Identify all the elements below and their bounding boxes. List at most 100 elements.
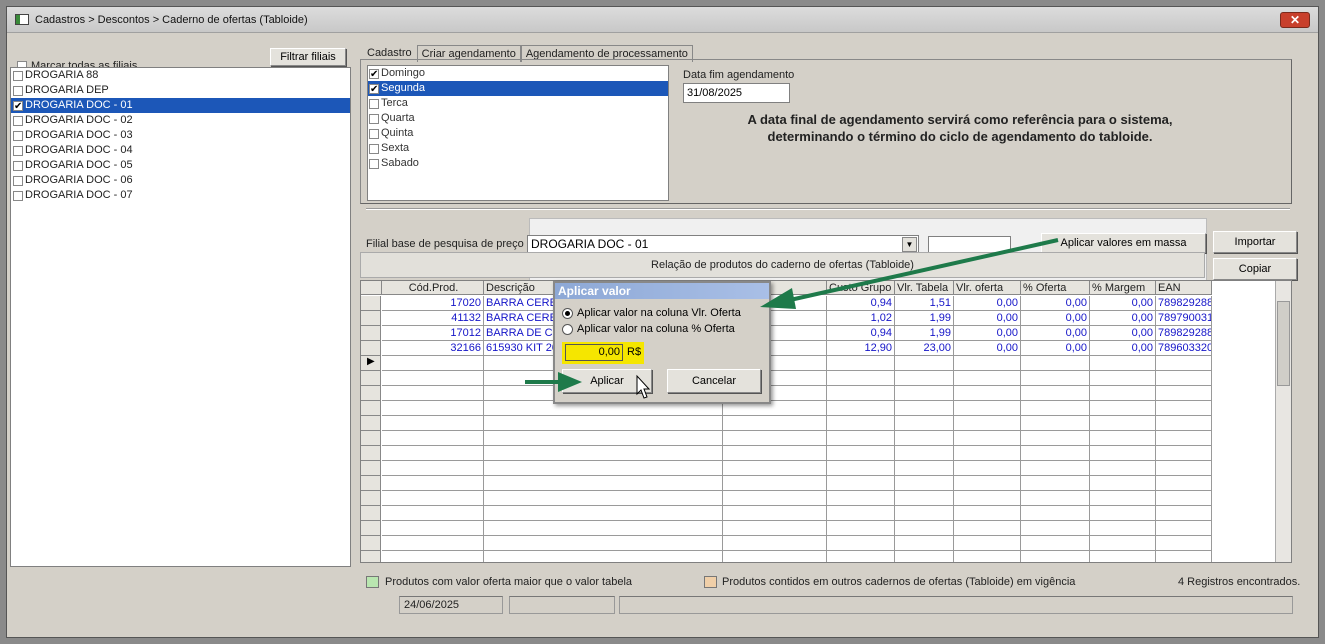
row-header[interactable] [361,311,381,326]
grid-cell[interactable]: 17020 [382,296,484,311]
chevron-down-icon[interactable]: ▼ [902,237,917,252]
grid-cell[interactable] [895,536,954,551]
grid-cell[interactable]: 7898292886227 [1156,326,1212,341]
grid-cell[interactable] [382,476,484,491]
checkbox-icon[interactable] [13,70,23,81]
grid-cell[interactable]: 0,94 [827,326,895,341]
branch-item[interactable]: DROGARIA 88 [11,68,350,83]
grid-cell[interactable] [954,386,1021,401]
grid-cell[interactable] [1156,446,1212,461]
grid-cell[interactable] [484,551,723,562]
grid-cell[interactable]: 7896033203340 [1156,341,1212,356]
grid-cell[interactable] [1090,401,1156,416]
option-vlr-oferta[interactable]: Aplicar valor na coluna Vlr. Oferta [562,307,741,319]
column-header[interactable]: Cód.Prod. [382,281,484,295]
grid-cell[interactable] [1090,521,1156,536]
bulk-apply-button[interactable]: Aplicar valores em massa [1041,233,1206,253]
scrollbar-thumb[interactable] [1277,301,1290,386]
grid-cell[interactable] [954,491,1021,506]
branch-item[interactable]: DROGARIA DOC - 05 [11,158,350,173]
grid-cell[interactable] [1156,536,1212,551]
branch-item[interactable]: DROGARIA DEP [11,83,350,98]
grid-cell[interactable] [827,431,895,446]
grid-cell[interactable]: 0,00 [1090,296,1156,311]
grid-cell[interactable] [1090,551,1156,562]
grid-cell[interactable] [723,431,827,446]
checkbox-icon[interactable] [369,67,379,82]
close-button[interactable]: ✕ [1280,12,1310,28]
grid-cell[interactable] [954,506,1021,521]
grid-cell[interactable] [827,521,895,536]
grid-cell[interactable] [484,431,723,446]
grid-cell[interactable]: 0,00 [954,326,1021,341]
checkbox-icon[interactable] [13,130,23,141]
grid-cell[interactable] [723,416,827,431]
row-header[interactable] [361,401,381,416]
grid-cell[interactable] [1090,491,1156,506]
grid-cell[interactable] [895,551,954,562]
grid-cell[interactable] [1156,521,1212,536]
grid-cell[interactable] [382,491,484,506]
checkbox-icon[interactable] [13,160,23,171]
grid-cell[interactable] [1021,446,1090,461]
grid-cell[interactable] [895,461,954,476]
grid-cell[interactable]: 1,51 [895,296,954,311]
row-header[interactable] [361,431,381,446]
grid-cell[interactable] [1021,521,1090,536]
grid-cell[interactable] [1090,416,1156,431]
grid-cell[interactable] [1021,431,1090,446]
grid-cell[interactable] [895,371,954,386]
grid-cell[interactable]: 1,02 [827,311,895,326]
grid-cell[interactable] [1021,356,1090,371]
row-header[interactable] [361,491,381,506]
grid-cell[interactable] [1021,401,1090,416]
grid-cell[interactable] [484,491,723,506]
weekday-item[interactable]: Segunda [368,81,668,97]
branch-item[interactable]: DROGARIA DOC - 01 [11,98,350,114]
apply-button[interactable]: Aplicar [562,369,652,393]
checkbox-icon[interactable] [13,175,23,186]
grid-cell[interactable]: 0,00 [954,341,1021,356]
checkbox-icon[interactable] [369,113,379,124]
grid-cell[interactable] [1090,461,1156,476]
grid-cell[interactable] [954,416,1021,431]
grid-cell[interactable]: 0,00 [954,311,1021,326]
weekday-item[interactable]: Domingo [368,66,668,82]
grid-cell[interactable] [382,461,484,476]
grid-cell[interactable] [484,416,723,431]
grid-cell[interactable] [382,416,484,431]
grid-cell[interactable]: 0,00 [1021,311,1090,326]
grid-cell[interactable] [484,536,723,551]
grid-cell[interactable]: 1,99 [895,326,954,341]
grid-cell[interactable]: 1,99 [895,311,954,326]
weekday-list[interactable]: Domingo Segunda Terca Quarta Quinta Sexta Saba… [367,65,669,201]
grid-cell[interactable] [1021,416,1090,431]
row-header[interactable] [361,371,381,386]
column-header[interactable]: Vlr. Tabela [895,281,954,295]
import-button[interactable]: Importar [1213,231,1297,253]
grid-cell[interactable]: 32166 [382,341,484,356]
grid-cell[interactable] [827,506,895,521]
grid-cell[interactable] [1156,371,1212,386]
grid-cell[interactable] [723,446,827,461]
checkbox-icon[interactable] [13,145,23,156]
grid-cell[interactable] [1090,536,1156,551]
grid-cell[interactable] [895,431,954,446]
cancel-button[interactable]: Cancelar [667,369,761,393]
checkbox-icon[interactable] [13,190,23,201]
grid-cell[interactable] [827,491,895,506]
grid-cell[interactable] [895,386,954,401]
option-pct-oferta[interactable]: Aplicar valor na coluna % Oferta [562,323,735,335]
grid-cell[interactable] [382,446,484,461]
grid-cell[interactable]: 0,00 [1021,326,1090,341]
grid-cell[interactable] [382,386,484,401]
row-header[interactable] [361,521,381,536]
row-header[interactable] [361,386,381,401]
grid-cell[interactable] [1156,461,1212,476]
grid-cell[interactable] [1021,371,1090,386]
grid-cell[interactable] [895,506,954,521]
checkbox-icon[interactable] [369,158,379,169]
grid-cell[interactable] [484,461,723,476]
weekday-item[interactable]: Quarta [368,111,668,126]
grid-cell[interactable]: 41132 [382,311,484,326]
